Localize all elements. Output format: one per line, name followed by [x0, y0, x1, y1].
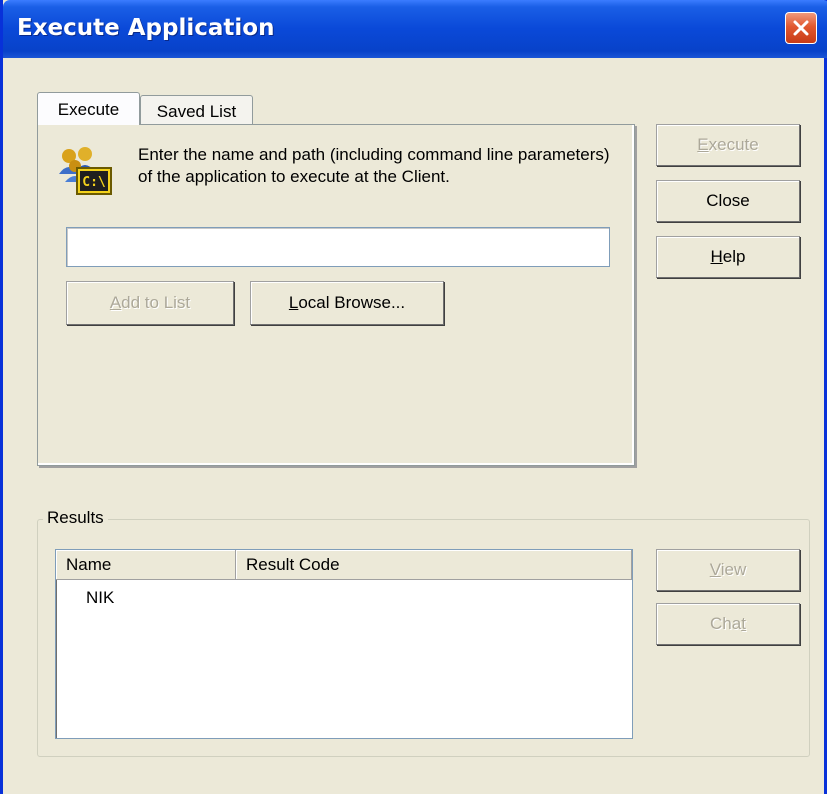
local-browse-label: Local Browse...	[288, 293, 406, 312]
window-title: Execute Application	[17, 15, 275, 41]
execute-label: Execute	[697, 135, 759, 154]
help-button[interactable]: Help	[656, 236, 800, 278]
users-command-prompt-icon: C:\	[59, 147, 112, 195]
close-button[interactable]: Close	[656, 180, 800, 222]
execute-application-dialog: Execute Application Execute Saved List C…	[0, 0, 827, 794]
chat-button[interactable]: Chat	[656, 603, 800, 645]
tab-execute-label: Execute	[57, 100, 120, 119]
column-header-name[interactable]: Name	[56, 550, 236, 580]
tab-saved-list-label: Saved List	[156, 102, 237, 121]
close-label: Close	[706, 191, 750, 210]
help-label: Help	[710, 247, 746, 266]
tab-execute[interactable]: Execute	[37, 92, 140, 125]
results-group-label: Results	[43, 508, 108, 528]
tab-saved-list[interactable]: Saved List	[140, 95, 253, 125]
list-item-name: NIK	[86, 588, 115, 607]
title-bar[interactable]: Execute Application	[3, 0, 827, 58]
view-label: View	[709, 560, 747, 579]
svg-text:C:\: C:\	[82, 175, 106, 190]
add-to-list-label: Add to List	[109, 293, 191, 312]
view-button[interactable]: View	[656, 549, 800, 591]
close-window-button[interactable]	[785, 12, 817, 44]
results-list[interactable]: Name Result Code NIK	[55, 549, 633, 739]
close-x-icon	[793, 20, 809, 36]
results-list-header: Name Result Code	[56, 550, 632, 580]
local-browse-button[interactable]: Local Browse...	[250, 281, 444, 325]
list-item[interactable]: NIK	[86, 588, 114, 608]
column-header-result-code[interactable]: Result Code	[236, 550, 632, 580]
application-path-input[interactable]	[66, 227, 610, 267]
execute-button[interactable]: Execute	[656, 124, 800, 166]
add-to-list-button[interactable]: Add to List	[66, 281, 234, 325]
chat-label: Chat	[710, 614, 746, 633]
instructions-text: Enter the name and path (including comma…	[138, 145, 610, 186]
